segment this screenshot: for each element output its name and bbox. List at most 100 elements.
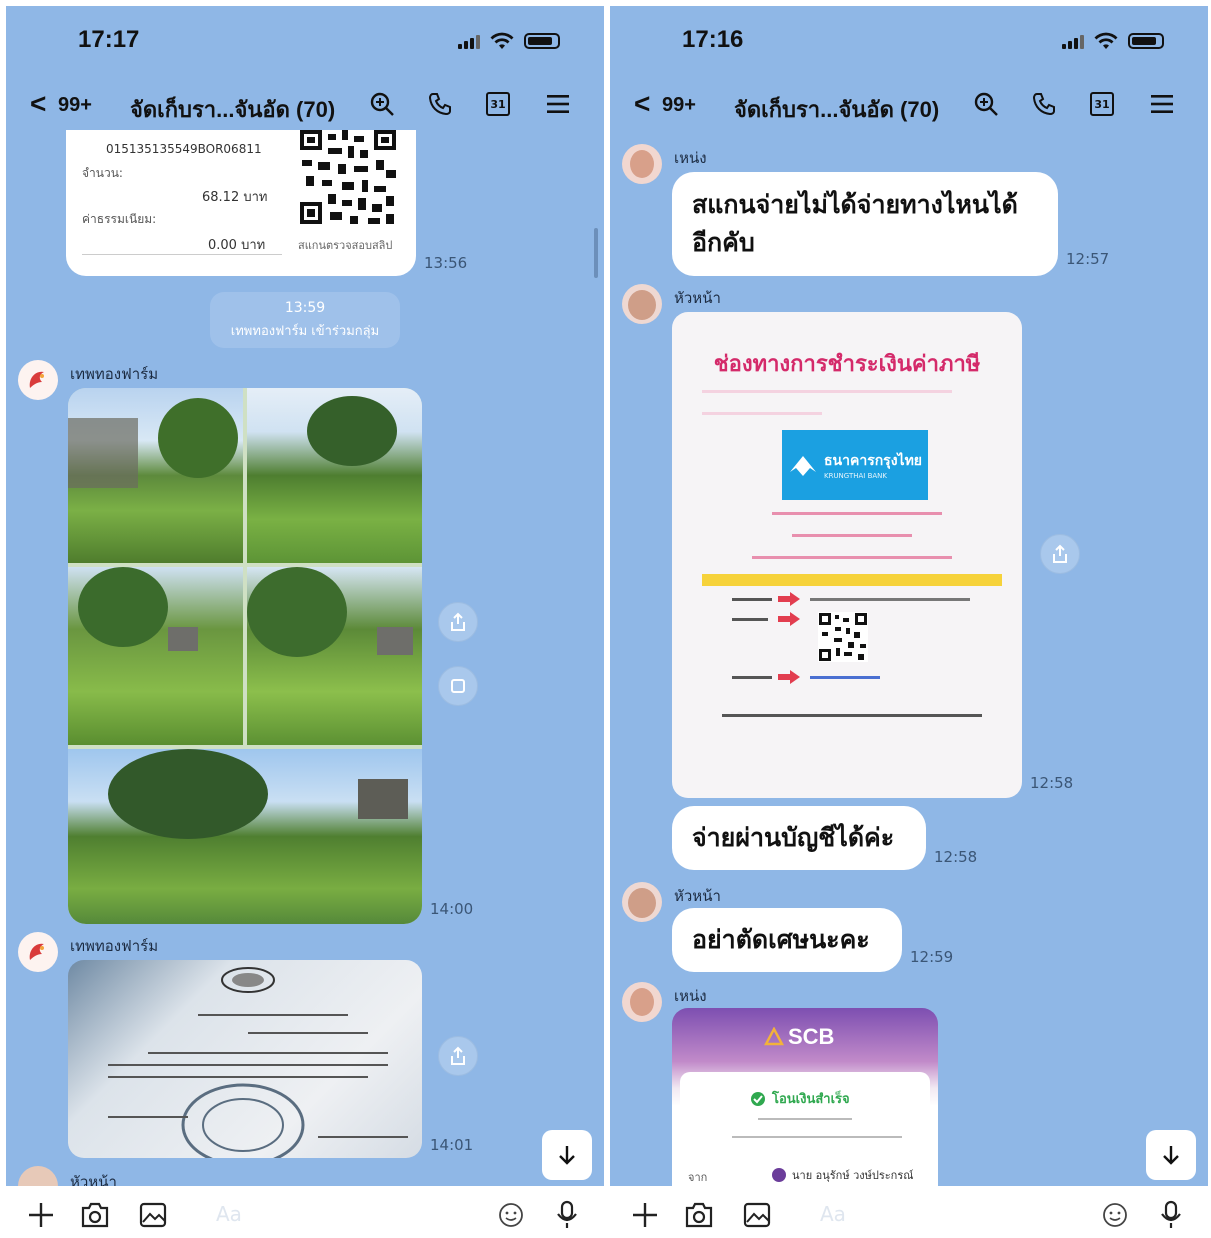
message-time: 13:56 bbox=[424, 254, 468, 272]
system-notice: 13:59 เทพทองฟาร์ม เข้าร่วมกลุ่ม bbox=[210, 292, 400, 348]
receipt-card[interactable]: 015135135549BOR06811 จำนวน: 68.12 บาท ค่… bbox=[66, 130, 416, 276]
photo-thumbnail[interactable] bbox=[247, 388, 422, 563]
poster-line bbox=[810, 598, 970, 601]
message-bubble[interactable]: สแกนจ่ายไม่ได้จ่ายทางไหนได้ อีกคับ bbox=[672, 172, 1058, 276]
message-time: 14:01 bbox=[430, 1136, 474, 1154]
emoji-icon[interactable] bbox=[1100, 1200, 1130, 1230]
message-text: จ่ายผ่านบัญชีได้ค่ะ bbox=[692, 824, 895, 852]
wifi-icon bbox=[490, 32, 514, 49]
qr-caption: สแกนตรวจสอบสลิป bbox=[298, 239, 393, 252]
share-icon[interactable] bbox=[1040, 534, 1080, 574]
status-time: 17:17 bbox=[78, 26, 140, 53]
stamp-icon bbox=[181, 1083, 305, 1158]
chat-title[interactable]: จัดเก็บรา...จันอัด (70) bbox=[734, 92, 939, 127]
signal-icon bbox=[1062, 33, 1084, 49]
avatar[interactable] bbox=[622, 144, 662, 184]
gallery-icon[interactable] bbox=[138, 1200, 168, 1230]
unread-count[interactable]: 99+ bbox=[58, 94, 92, 117]
poster-line bbox=[732, 676, 772, 679]
document-image[interactable] bbox=[68, 960, 422, 1158]
share-icon[interactable] bbox=[438, 1036, 478, 1076]
menu-icon[interactable] bbox=[1146, 88, 1178, 120]
slip-line bbox=[758, 1118, 852, 1120]
emoji-icon[interactable] bbox=[496, 1200, 526, 1230]
camera-icon[interactable] bbox=[80, 1200, 110, 1230]
scroll-to-bottom-button[interactable] bbox=[1146, 1130, 1196, 1180]
sender-name: เทพทองฟาร์ม bbox=[70, 365, 159, 383]
microphone-icon[interactable] bbox=[1156, 1200, 1186, 1230]
receipt-amount-label: จำนวน: bbox=[82, 166, 123, 180]
plus-icon[interactable] bbox=[630, 1200, 660, 1230]
avatar[interactable] bbox=[622, 284, 662, 324]
poster-line bbox=[732, 618, 768, 621]
payment-poster-image[interactable]: ช่องทางการชำระเงินค่าภาษี ธนาคารกรุงไทย … bbox=[672, 312, 1022, 798]
avatar[interactable] bbox=[18, 360, 58, 400]
document-line bbox=[108, 1116, 188, 1118]
slip-from: นาย อนุรักษ์ วงษ์ประกรณ์ bbox=[772, 1166, 913, 1184]
scroll-indicator[interactable] bbox=[594, 228, 598, 278]
photo-thumbnail[interactable] bbox=[68, 388, 243, 563]
photo-thumbnail[interactable] bbox=[68, 749, 422, 924]
qr-code-icon bbox=[298, 130, 398, 226]
photo-thumbnail[interactable] bbox=[247, 567, 422, 745]
message-text: อย่าตัดเศษนะคะ bbox=[692, 926, 870, 954]
bank-bird-icon bbox=[789, 456, 816, 476]
photo-grid[interactable] bbox=[68, 388, 422, 924]
poster-line bbox=[732, 598, 772, 601]
phone-icon[interactable] bbox=[1028, 88, 1060, 120]
qr-code-icon bbox=[818, 612, 868, 662]
bank-logo: ธนาคารกรุงไทย KRUNGTHAI BANK bbox=[782, 430, 928, 500]
system-notice-time: 13:59 bbox=[284, 300, 326, 316]
slip-from-label: จาก bbox=[688, 1171, 708, 1184]
status-icons bbox=[1062, 32, 1164, 50]
document-line bbox=[108, 1064, 388, 1066]
chat-title[interactable]: จัดเก็บรา...จันอัด (70) bbox=[130, 92, 335, 127]
back-button[interactable]: < bbox=[634, 88, 650, 120]
menu-icon[interactable] bbox=[542, 88, 574, 120]
microphone-icon[interactable] bbox=[552, 1200, 582, 1230]
input-bar-left: Aa bbox=[6, 1188, 604, 1238]
message-list[interactable]: 015135135549BOR06811 จำนวน: 68.12 บาท ค่… bbox=[6, 130, 604, 1186]
gallery-icon[interactable] bbox=[742, 1200, 772, 1230]
plus-icon[interactable] bbox=[26, 1200, 56, 1230]
poster-line bbox=[772, 512, 942, 515]
status-bar: 17:16 bbox=[610, 6, 1208, 76]
avatar[interactable] bbox=[18, 1166, 58, 1186]
document-line bbox=[248, 1032, 368, 1034]
scroll-to-bottom-button[interactable] bbox=[542, 1130, 592, 1180]
avatar[interactable] bbox=[622, 882, 662, 922]
calendar-icon[interactable]: 31 bbox=[1086, 88, 1118, 120]
calendar-icon[interactable]: 31 bbox=[482, 88, 514, 120]
avatar[interactable] bbox=[622, 982, 662, 1022]
unread-count[interactable]: 99+ bbox=[662, 94, 696, 117]
phone-icon[interactable] bbox=[424, 88, 456, 120]
back-button[interactable]: < bbox=[30, 88, 46, 120]
transfer-slip-image[interactable]: SCB โอนเงินสำเร็จ จาก นาย อนุรักษ์ วงษ์ป… bbox=[672, 1008, 938, 1186]
message-input[interactable]: Aa bbox=[820, 1202, 846, 1226]
avatar[interactable] bbox=[18, 932, 58, 972]
slip-status-text: โอนเงินสำเร็จ bbox=[772, 1092, 850, 1107]
message-input[interactable]: Aa bbox=[216, 1202, 242, 1226]
slip-from-avatar bbox=[772, 1168, 786, 1182]
camera-icon[interactable] bbox=[684, 1200, 714, 1230]
bank-name-en: KRUNGTHAI BANK bbox=[823, 472, 888, 480]
search-icon[interactable] bbox=[366, 88, 398, 120]
sender-name: เหน่ง bbox=[674, 987, 707, 1005]
sender-name: หัวหน้า bbox=[674, 289, 721, 307]
document-line bbox=[198, 1014, 348, 1016]
photo-thumbnail[interactable] bbox=[68, 567, 243, 745]
message-text-line: สแกนจ่ายไม่ได้จ่ายทางไหนได้ bbox=[692, 191, 1018, 219]
message-bubble[interactable]: อย่าตัดเศษนะคะ bbox=[672, 908, 902, 972]
arrow-icon bbox=[778, 612, 800, 626]
message-bubble[interactable]: จ่ายผ่านบัญชีได้ค่ะ bbox=[672, 806, 926, 870]
status-icons bbox=[458, 32, 560, 50]
battery-icon bbox=[1128, 33, 1164, 49]
keep-icon[interactable] bbox=[438, 666, 478, 706]
system-notice-text: เทพทองฟาร์ม เข้าร่วมกลุ่ม bbox=[230, 324, 380, 339]
message-list[interactable]: เหน่ง สแกนจ่ายไม่ได้จ่ายทางไหนได้ อีกคับ… bbox=[610, 130, 1208, 1186]
arrow-icon bbox=[778, 592, 800, 606]
search-icon[interactable] bbox=[970, 88, 1002, 120]
seal-icon bbox=[221, 967, 275, 993]
share-icon[interactable] bbox=[438, 602, 478, 642]
sender-name: หัวหน้า bbox=[70, 1173, 117, 1186]
